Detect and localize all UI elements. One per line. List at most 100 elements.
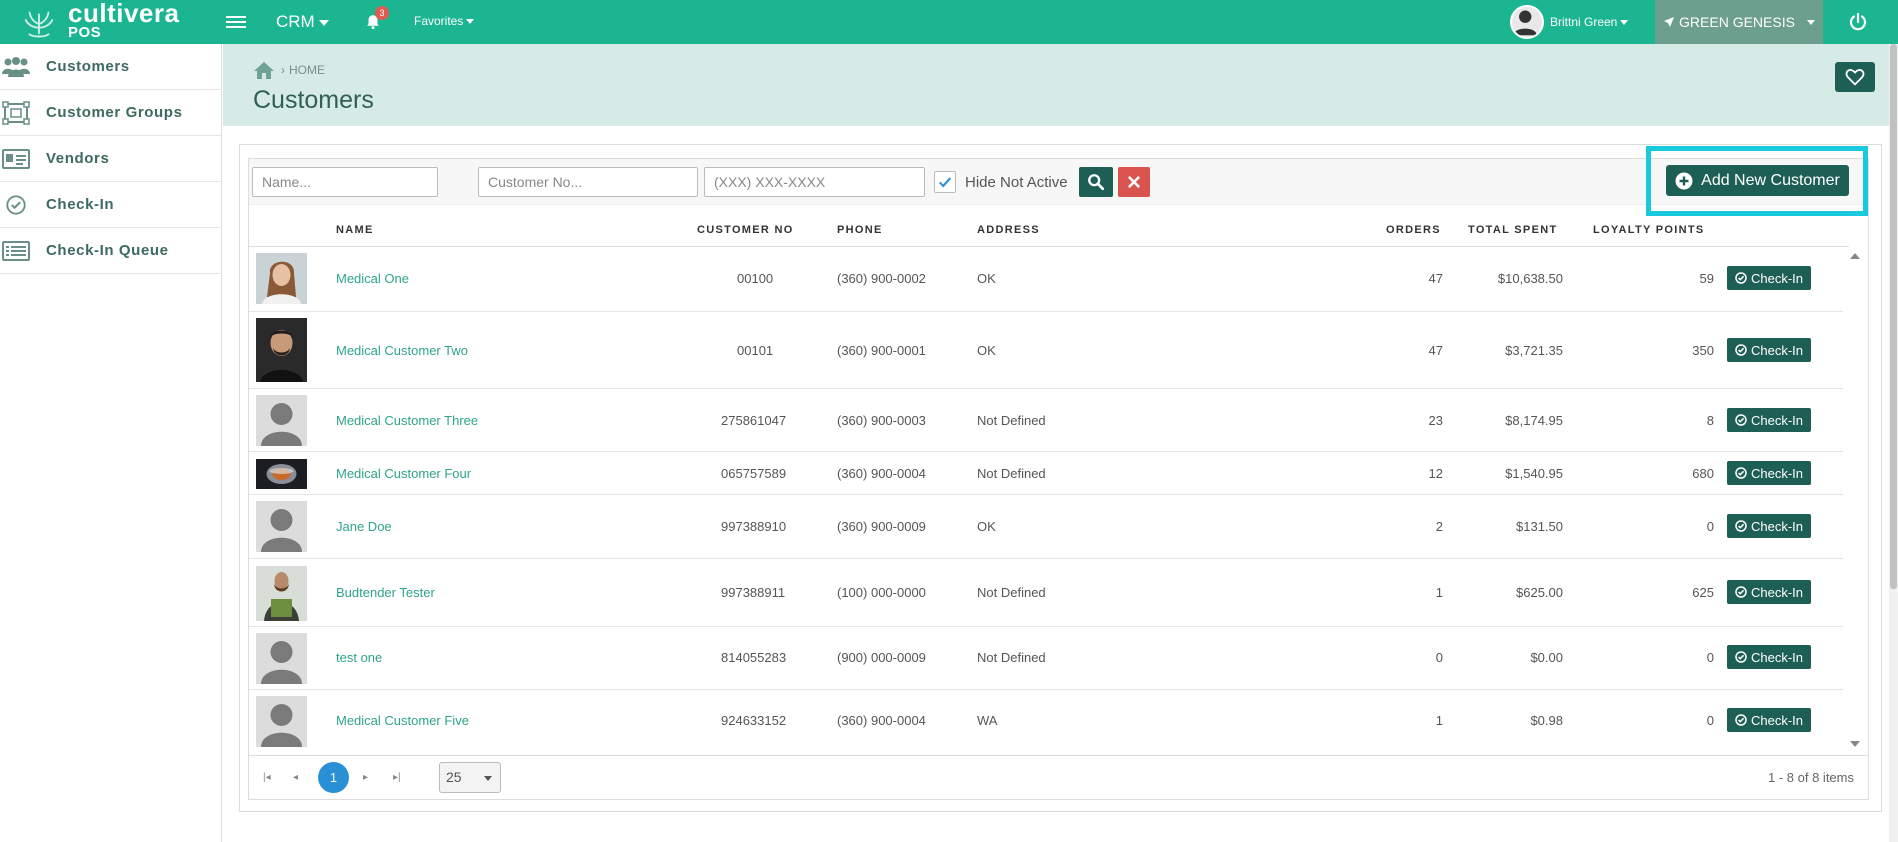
- customer-loyalty-points: 0: [1706, 519, 1714, 534]
- customer-phone: (360) 900-0002: [837, 271, 926, 286]
- customer-no: 00100: [737, 271, 774, 286]
- customer-name-link[interactable]: Medical Customer Five: [336, 713, 469, 728]
- check-in-button[interactable]: Check-In: [1727, 580, 1811, 604]
- current-page-button[interactable]: 1: [318, 762, 349, 793]
- check-circle-icon: [1735, 651, 1747, 663]
- table-row[interactable]: test one 814055283 (900) 000-0009 Not De…: [249, 628, 1843, 690]
- column-header-customer-no[interactable]: CUSTOMER NO: [697, 224, 794, 236]
- add-new-customer-label: Add New Customer: [1701, 171, 1840, 189]
- customer-photo: [256, 696, 307, 747]
- search-button[interactable]: [1079, 167, 1113, 197]
- scroll-down-arrow-icon[interactable]: [1850, 741, 1860, 747]
- customer-name-link[interactable]: Medical One: [336, 271, 409, 286]
- check-circle-icon: [1735, 586, 1747, 598]
- table-row[interactable]: Medical Customer Five 924633152 (360) 90…: [249, 691, 1843, 753]
- brand-logo[interactable]: cultivera POS: [20, 0, 179, 44]
- user-silhouette-icon: [1513, 10, 1537, 36]
- clear-filters-button[interactable]: [1118, 167, 1150, 197]
- customer-photo: [256, 633, 307, 684]
- customer-name-link[interactable]: test one: [336, 650, 382, 665]
- pagination: |◂ ◂ 1 ▸ ▸| 25 1 - 8 of 8 items: [249, 755, 1868, 799]
- customer-name-link[interactable]: Jane Doe: [336, 519, 392, 534]
- table-row[interactable]: Medical Customer Three 275861047 (360) 9…: [249, 390, 1843, 452]
- customer-address: OK: [977, 343, 996, 358]
- column-header-orders[interactable]: ORDERS: [1386, 224, 1441, 236]
- check-in-button[interactable]: Check-In: [1727, 408, 1811, 432]
- menu-toggle-icon[interactable]: [226, 13, 246, 31]
- customer-orders: 1: [1435, 713, 1443, 728]
- customer-name-link[interactable]: Medical Customer Two: [336, 343, 468, 358]
- phone-search-input[interactable]: [704, 167, 925, 197]
- home-icon[interactable]: [253, 60, 275, 80]
- breadcrumb-home-link[interactable]: HOME: [289, 63, 325, 77]
- next-page-icon[interactable]: ▸: [363, 756, 368, 800]
- sidebar-item-customer-groups[interactable]: Customer Groups: [0, 90, 221, 136]
- grid-toolbar: Hide Not Active: [249, 159, 1868, 205]
- chevron-down-icon: [1620, 19, 1629, 25]
- customer-name-link[interactable]: Budtender Tester: [336, 585, 435, 600]
- user-menu[interactable]: Brittni Green: [1510, 0, 1629, 44]
- search-icon: [1088, 174, 1105, 191]
- cannabis-leaf-logo-icon: [24, 11, 54, 38]
- page-scrollbar-thumb[interactable]: [1890, 44, 1897, 589]
- check-in-button[interactable]: Check-In: [1727, 266, 1811, 290]
- grid-scrollbar[interactable]: [1845, 247, 1865, 751]
- sidebar-item-customers[interactable]: Customers: [0, 44, 221, 90]
- check-in-button[interactable]: Check-In: [1727, 514, 1811, 538]
- check-in-button-label: Check-In: [1750, 649, 1804, 665]
- sidebar-item-label: Customers: [46, 58, 130, 75]
- table-row[interactable]: Medical Customer Two 00101 (360) 900-000…: [249, 313, 1843, 389]
- customer-photo: [256, 395, 307, 446]
- column-header-name[interactable]: NAME: [336, 224, 374, 236]
- sidebar-item-check-in[interactable]: Check-In: [0, 182, 221, 228]
- table-row[interactable]: Medical Customer Four 065757589 (360) 90…: [249, 453, 1843, 495]
- customer-no: 00101: [737, 343, 774, 358]
- brand-name: cultivera: [68, 0, 180, 28]
- customer-phone: (360) 900-0003: [837, 413, 926, 428]
- id-card-icon: [2, 147, 30, 171]
- add-to-favorites-button[interactable]: [1835, 62, 1875, 92]
- sidebar-item-vendors[interactable]: Vendors: [0, 136, 221, 182]
- column-header-loyalty-points[interactable]: LOYALTY POINTS: [1593, 224, 1705, 236]
- notifications-button[interactable]: 3: [362, 6, 389, 35]
- table-row[interactable]: Budtender Tester 997388911 (100) 000-000…: [249, 560, 1843, 627]
- customer-name-link[interactable]: Medical Customer Four: [336, 466, 471, 481]
- close-icon: [1128, 176, 1140, 188]
- plus-circle-icon: [1675, 172, 1693, 189]
- table-row[interactable]: Medical One 00100 (360) 900-0002 OK 47 $…: [249, 248, 1843, 312]
- table-row[interactable]: Jane Doe 997388910 (360) 900-0009 OK 2 $…: [249, 496, 1843, 559]
- store-selector[interactable]: GREEN GENESIS: [1655, 0, 1823, 44]
- power-icon[interactable]: [1847, 11, 1869, 33]
- name-search-input[interactable]: [252, 167, 438, 197]
- check-in-button[interactable]: Check-In: [1727, 645, 1811, 669]
- sidebar-item-label: Vendors: [46, 150, 110, 167]
- customer-loyalty-points: 59: [1699, 271, 1714, 286]
- add-new-customer-button[interactable]: Add New Customer: [1666, 165, 1849, 196]
- customer-total-spent: $625.00: [1516, 585, 1563, 600]
- customer-total-spent: $10,638.50: [1497, 271, 1563, 286]
- store-name: GREEN GENESIS: [1679, 14, 1795, 30]
- check-in-button[interactable]: Check-In: [1727, 338, 1811, 362]
- first-page-icon[interactable]: |◂: [263, 756, 271, 800]
- check-in-button[interactable]: Check-In: [1727, 708, 1811, 732]
- previous-page-icon[interactable]: ◂: [293, 756, 298, 800]
- check-in-button[interactable]: Check-In: [1727, 461, 1811, 485]
- hide-not-active-checkbox[interactable]: [934, 171, 956, 193]
- customer-no-search-input[interactable]: [478, 167, 698, 197]
- customer-name-link[interactable]: Medical Customer Three: [336, 413, 478, 428]
- customer-orders: 47: [1428, 343, 1443, 358]
- crm-menu[interactable]: CRM: [276, 0, 329, 44]
- users-icon: [2, 55, 30, 79]
- scroll-up-arrow-icon[interactable]: [1850, 253, 1860, 259]
- customer-address: Not Defined: [977, 466, 1046, 481]
- page-size-select[interactable]: 25: [439, 762, 501, 793]
- column-header-phone[interactable]: PHONE: [837, 224, 883, 236]
- column-header-total-spent[interactable]: TOTAL SPENT: [1468, 224, 1557, 236]
- favorites-menu[interactable]: Favorites: [414, 0, 475, 44]
- sidebar-item-check-in-queue[interactable]: Check-In Queue: [0, 228, 221, 274]
- column-header-address[interactable]: ADDRESS: [977, 224, 1040, 236]
- user-name: Brittni Green: [1550, 15, 1618, 29]
- last-page-icon[interactable]: ▸|: [393, 756, 401, 800]
- crm-menu-label: CRM: [276, 12, 315, 31]
- check-in-button-label: Check-In: [1750, 342, 1804, 358]
